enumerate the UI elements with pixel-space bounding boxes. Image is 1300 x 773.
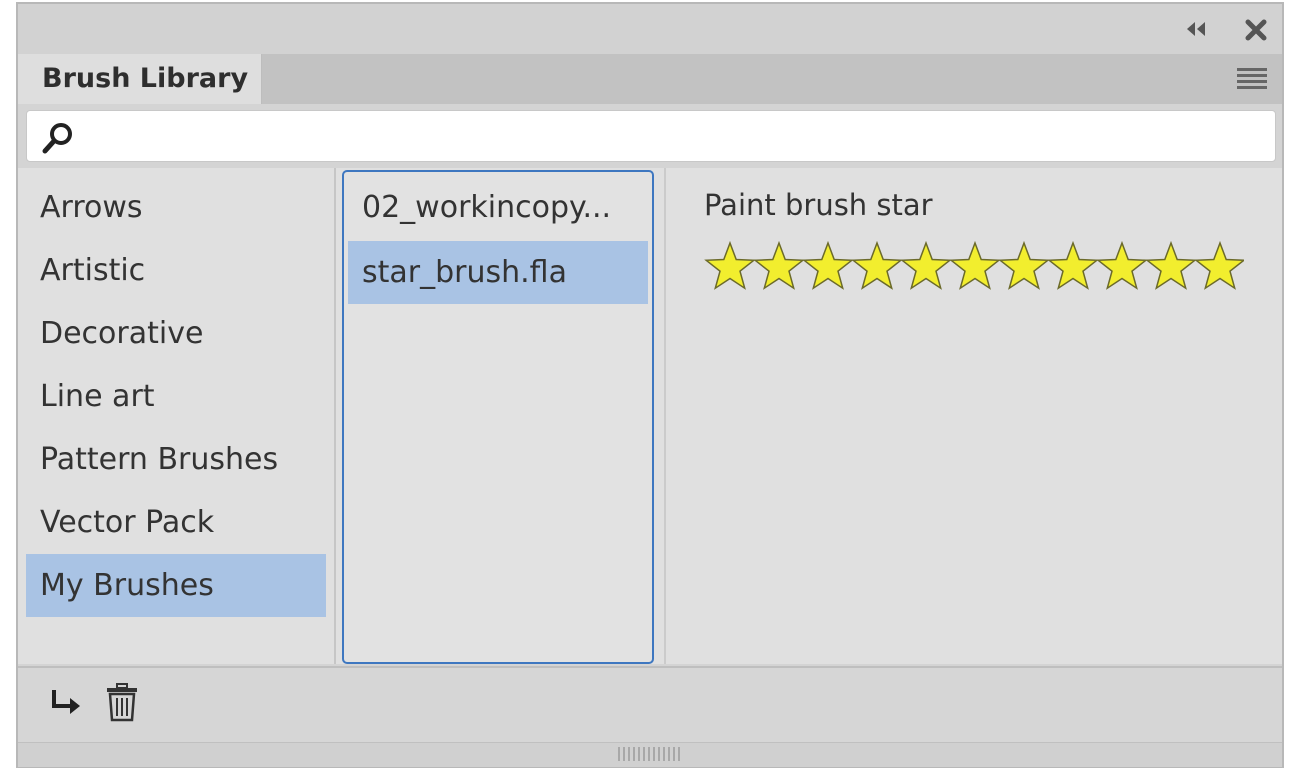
star-icon <box>802 240 854 290</box>
star-icon <box>704 240 756 290</box>
library-content: Arrows Artistic Decorative Line art Patt… <box>18 168 1282 664</box>
brush-library-panel: Brush Library Arrows Artistic Decorative… <box>16 2 1284 768</box>
trash-icon[interactable] <box>104 682 140 722</box>
star-icon <box>1047 240 1099 290</box>
resize-handle[interactable] <box>18 742 1282 767</box>
tab-label: Brush Library <box>42 63 249 94</box>
star-icon <box>1194 240 1244 290</box>
search-bar[interactable] <box>26 110 1276 162</box>
brush-preview-stars <box>704 240 1244 290</box>
category-item-decorative[interactable]: Decorative <box>26 302 326 365</box>
collapse-icon[interactable] <box>1184 18 1208 40</box>
category-item-arrows[interactable]: Arrows <box>26 176 326 239</box>
close-icon[interactable] <box>1244 18 1268 42</box>
category-item-my-brushes[interactable]: My Brushes <box>26 554 326 617</box>
bottom-toolbar <box>18 666 1282 742</box>
resize-grip-icon[interactable] <box>618 747 680 761</box>
category-item-artistic[interactable]: Artistic <box>26 239 326 302</box>
category-item-vector-pack[interactable]: Vector Pack <box>26 491 326 554</box>
star-icon <box>900 240 952 290</box>
file-item-workincopy[interactable]: 02_workincopy... <box>348 176 648 239</box>
file-item-star-brush[interactable]: star_brush.fla <box>348 241 648 304</box>
tab-row: Brush Library <box>18 54 1282 104</box>
search-icon <box>42 123 72 154</box>
category-item-pattern-brushes[interactable]: Pattern Brushes <box>26 428 326 491</box>
tab-brush-library[interactable]: Brush Library <box>18 54 262 104</box>
star-icon <box>1145 240 1197 290</box>
star-icon <box>753 240 805 290</box>
brush-name: Paint brush star <box>704 188 933 222</box>
category-list: Arrows Artistic Decorative Line art Patt… <box>18 168 336 664</box>
file-list: 02_workincopy... star_brush.fla <box>342 170 654 664</box>
star-icon <box>851 240 903 290</box>
import-arrow-icon[interactable] <box>48 686 82 720</box>
search-input[interactable] <box>87 117 1263 157</box>
star-icon <box>998 240 1050 290</box>
star-icon <box>949 240 1001 290</box>
menu-icon[interactable] <box>1236 64 1268 92</box>
category-item-line-art[interactable]: Line art <box>26 365 326 428</box>
brush-preview: Paint brush star <box>666 168 1282 664</box>
panel-titlebar[interactable] <box>18 4 1282 54</box>
star-icon <box>1096 240 1148 290</box>
